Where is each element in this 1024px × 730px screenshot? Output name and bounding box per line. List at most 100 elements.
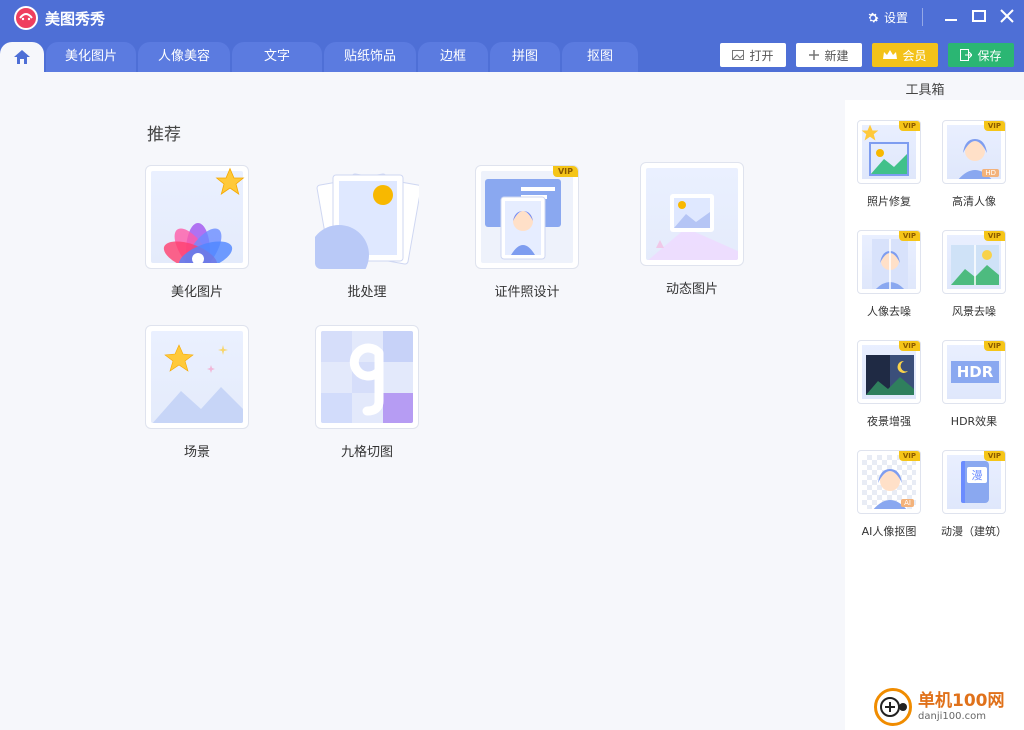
ai-badge: AI xyxy=(901,499,914,507)
save-button[interactable]: 保存 xyxy=(948,43,1014,67)
card-scene[interactable]: 场景 xyxy=(122,325,272,460)
watermark-logo xyxy=(874,688,912,726)
card-label: 九格切图 xyxy=(340,445,393,460)
maximize-icon xyxy=(972,10,986,22)
settings-label: 设置 xyxy=(884,11,909,25)
tool-thumbnail: VIP xyxy=(942,230,1006,294)
new-button[interactable]: 新建 xyxy=(796,43,862,67)
tool-label: 夜景增强 xyxy=(867,415,911,428)
card-beautify[interactable]: 美化图片 xyxy=(122,165,272,300)
dynamic-image-icon xyxy=(648,194,738,260)
maximize-button[interactable] xyxy=(970,7,988,25)
scene-thumbnail xyxy=(145,325,249,429)
card-label: 证件照设计 xyxy=(494,285,560,300)
id-card-icon xyxy=(485,179,561,260)
card-label: 美化图片 xyxy=(170,285,223,300)
vip-badge: VIP xyxy=(983,231,1005,241)
ninegrid-thumbnail xyxy=(315,325,419,429)
image-icon xyxy=(732,50,745,60)
window-separator xyxy=(922,8,923,26)
crown-icon xyxy=(883,50,898,59)
vip-badge: VIP xyxy=(898,341,920,351)
tool-ai-cutout[interactable]: VIP AI AI人像抠图 xyxy=(849,450,929,539)
card-label: 动态图片 xyxy=(665,282,718,297)
tab-text[interactable]: 文字 xyxy=(232,42,322,72)
hd-badge: HD xyxy=(982,169,999,177)
vip-badge: VIP xyxy=(983,341,1005,351)
tool-label: 风景去噪 xyxy=(952,305,996,318)
card-ninegrid[interactable]: 九格切图 xyxy=(292,325,442,460)
home-icon xyxy=(14,50,30,64)
tab-cutout[interactable]: 抠图 xyxy=(562,42,638,72)
tool-thumbnail: 漫 VIP xyxy=(942,450,1006,514)
id-photo-thumbnail: VIP xyxy=(475,165,579,269)
watermark-name: 单机100网 xyxy=(918,691,1005,712)
tool-thumbnail: VIP xyxy=(857,120,921,184)
card-label: 场景 xyxy=(183,445,210,460)
recommend-title: 推荐 xyxy=(147,125,181,145)
star-icon xyxy=(861,124,879,141)
app-title: 美图秀秀 xyxy=(45,10,106,28)
tab-home[interactable] xyxy=(0,42,44,72)
tool-thumbnail: VIP AI xyxy=(857,450,921,514)
vip-label: 会员 xyxy=(902,48,927,63)
landscape-denoise-icon xyxy=(951,245,999,285)
hdr-icon-text: HDR xyxy=(951,361,999,383)
vip-badge: VIP xyxy=(898,121,920,131)
open-label: 打开 xyxy=(749,48,774,63)
tool-landscape-denoise[interactable]: VIP 风景去噪 xyxy=(934,230,1014,319)
vip-badge: VIP xyxy=(983,121,1005,131)
tool-label: 照片修复 xyxy=(867,195,911,208)
night-scene-icon xyxy=(866,355,914,395)
plus-circle-icon xyxy=(880,697,907,717)
open-button[interactable]: 打开 xyxy=(720,43,786,67)
tool-label: 高清人像 xyxy=(952,195,996,208)
tool-label: 动漫（建筑） xyxy=(941,525,1007,538)
site-watermark: 单机100网 danji100.com xyxy=(874,688,1005,726)
anime-char: 漫 xyxy=(967,467,987,483)
tab-portrait[interactable]: 人像美容 xyxy=(138,42,230,72)
tool-hdr[interactable]: HDR VIP HDR效果 xyxy=(934,340,1014,429)
tool-thumbnail: HDR VIP xyxy=(942,340,1006,404)
anime-book-icon: 漫 xyxy=(961,461,989,503)
card-id-photo[interactable]: VIP 证件照设计 xyxy=(452,165,602,300)
close-icon xyxy=(1000,9,1014,23)
tool-photo-repair[interactable]: VIP 照片修复 xyxy=(849,120,929,209)
vip-badge: VIP xyxy=(552,166,578,177)
tool-portrait-denoise[interactable]: VIP 人像去噪 xyxy=(849,230,929,319)
tab-stickers[interactable]: 贴纸饰品 xyxy=(324,42,416,72)
nine-grid-icon xyxy=(321,331,413,423)
settings-button[interactable]: 设置 xyxy=(866,9,908,26)
tab-beautify[interactable]: 美化图片 xyxy=(46,42,136,72)
tool-hd-portrait[interactable]: VIP HD 高清人像 xyxy=(934,120,1014,209)
batch-thumbnail xyxy=(315,165,419,269)
gear-icon xyxy=(868,12,879,22)
app-logo xyxy=(14,6,38,30)
tab-collage[interactable]: 拼图 xyxy=(490,42,560,72)
tool-thumbnail: VIP xyxy=(857,340,921,404)
vip-button[interactable]: 会员 xyxy=(872,43,938,67)
tab-frames[interactable]: 边框 xyxy=(418,42,488,72)
tool-night-enhance[interactable]: VIP 夜景增强 xyxy=(849,340,929,429)
star-icon xyxy=(215,167,245,195)
title-bar: 美图秀秀 设置 美化图片 人像美容 文字 贴纸饰品 边框 拼图 抠图 打开 新建… xyxy=(0,0,1024,72)
save-label: 保存 xyxy=(977,48,1002,63)
export-icon xyxy=(960,49,973,61)
tool-anime-building[interactable]: 漫 VIP 动漫（建筑） xyxy=(934,450,1014,539)
portrait-denoise-icon xyxy=(872,239,908,289)
vip-badge: VIP xyxy=(898,231,920,241)
tool-thumbnail: VIP xyxy=(857,230,921,294)
card-dynamic[interactable]: 动态图片 xyxy=(617,162,767,297)
vip-badge: VIP xyxy=(983,451,1005,461)
vip-badge: VIP xyxy=(898,451,920,461)
scene-icon xyxy=(152,344,243,423)
card-label: 批处理 xyxy=(347,285,387,300)
photo-stack-icon xyxy=(315,173,419,269)
minimize-button[interactable] xyxy=(942,7,960,25)
close-button[interactable] xyxy=(998,7,1016,25)
tool-label: AI人像抠图 xyxy=(861,525,917,538)
new-label: 新建 xyxy=(824,48,849,63)
card-batch[interactable]: 批处理 xyxy=(292,165,442,300)
tool-label: HDR效果 xyxy=(950,415,998,428)
tool-thumbnail: VIP HD xyxy=(942,120,1006,184)
